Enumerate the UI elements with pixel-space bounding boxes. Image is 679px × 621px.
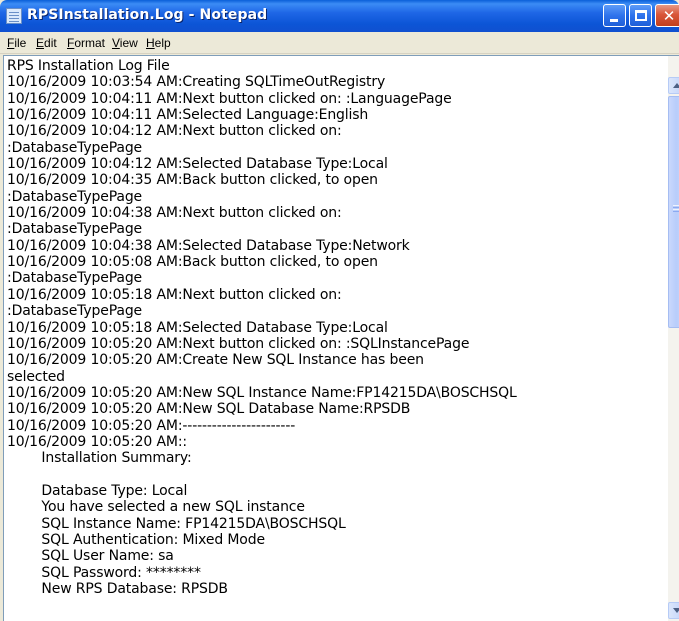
notepad-window: RPSInstallation.Log - Notepad ✕ File Edi…	[0, 0, 679, 621]
notepad-icon[interactable]	[6, 8, 22, 24]
maximize-button[interactable]	[629, 4, 652, 27]
close-icon: ✕	[662, 7, 676, 25]
menu-help[interactable]: Help	[141, 35, 176, 51]
minimize-icon	[610, 19, 618, 22]
scroll-down-button[interactable]	[668, 602, 679, 619]
menu-bar: File Edit Format View Help	[0, 32, 679, 54]
scrollbar-grip-icon	[673, 205, 679, 206]
scroll-up-button[interactable]	[668, 77, 679, 94]
log-text[interactable]: RPS Installation Log File 10/16/2009 10:…	[7, 58, 662, 597]
menu-file[interactable]: File	[2, 35, 31, 51]
menu-edit[interactable]: Edit	[31, 35, 62, 51]
menu-format[interactable]: Format	[62, 35, 110, 51]
minimize-button[interactable]	[603, 4, 626, 27]
window-title: RPSInstallation.Log - Notepad	[27, 7, 268, 23]
maximize-icon	[635, 10, 647, 21]
scroll-down-arrow-icon	[673, 608, 679, 613]
menu-view[interactable]: View	[107, 35, 143, 51]
scrollbar-thumb[interactable]	[668, 96, 679, 328]
scroll-up-arrow-icon	[673, 83, 679, 88]
title-bar[interactable]: RPSInstallation.Log - Notepad ✕	[0, 0, 679, 32]
text-editor-area[interactable]: RPS Installation Log File 10/16/2009 10:…	[3, 55, 679, 621]
vertical-scrollbar[interactable]	[667, 56, 679, 621]
close-button[interactable]: ✕	[655, 4, 679, 27]
